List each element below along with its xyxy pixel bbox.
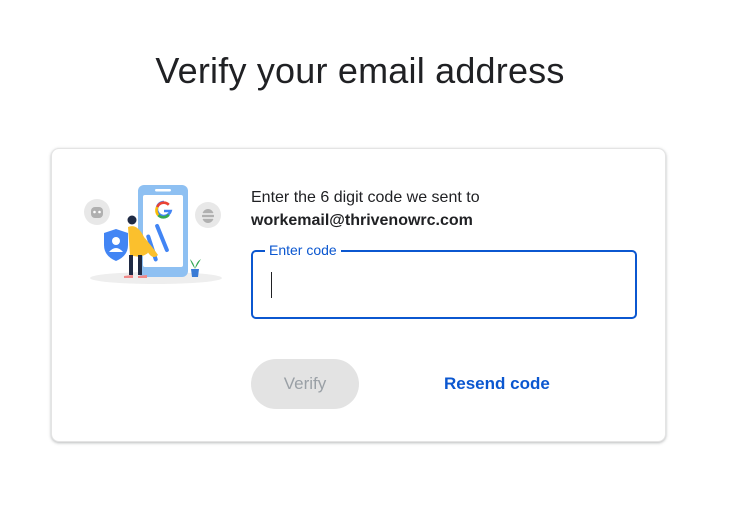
code-field: Enter code xyxy=(251,242,637,319)
text-caret xyxy=(271,272,272,298)
phone-verification-illustration xyxy=(84,185,222,284)
bug-icon xyxy=(84,199,110,225)
shield-user-icon xyxy=(104,229,128,261)
verify-button[interactable]: Verify xyxy=(251,359,359,409)
code-input[interactable] xyxy=(253,252,635,317)
verify-email-page: Verify your email address Enter the 6 di… xyxy=(0,0,742,526)
page-title: Verify your email address xyxy=(155,50,565,91)
bug-icon xyxy=(195,202,221,228)
verification-card: Enter the 6 digit code we sent to workem… xyxy=(51,148,666,442)
resend-code-link[interactable]: Resend code xyxy=(444,373,550,395)
instruction-text: Enter the 6 digit code we sent to xyxy=(251,189,480,206)
recipient-email: workemail@thrivenowrc.com xyxy=(251,212,473,229)
